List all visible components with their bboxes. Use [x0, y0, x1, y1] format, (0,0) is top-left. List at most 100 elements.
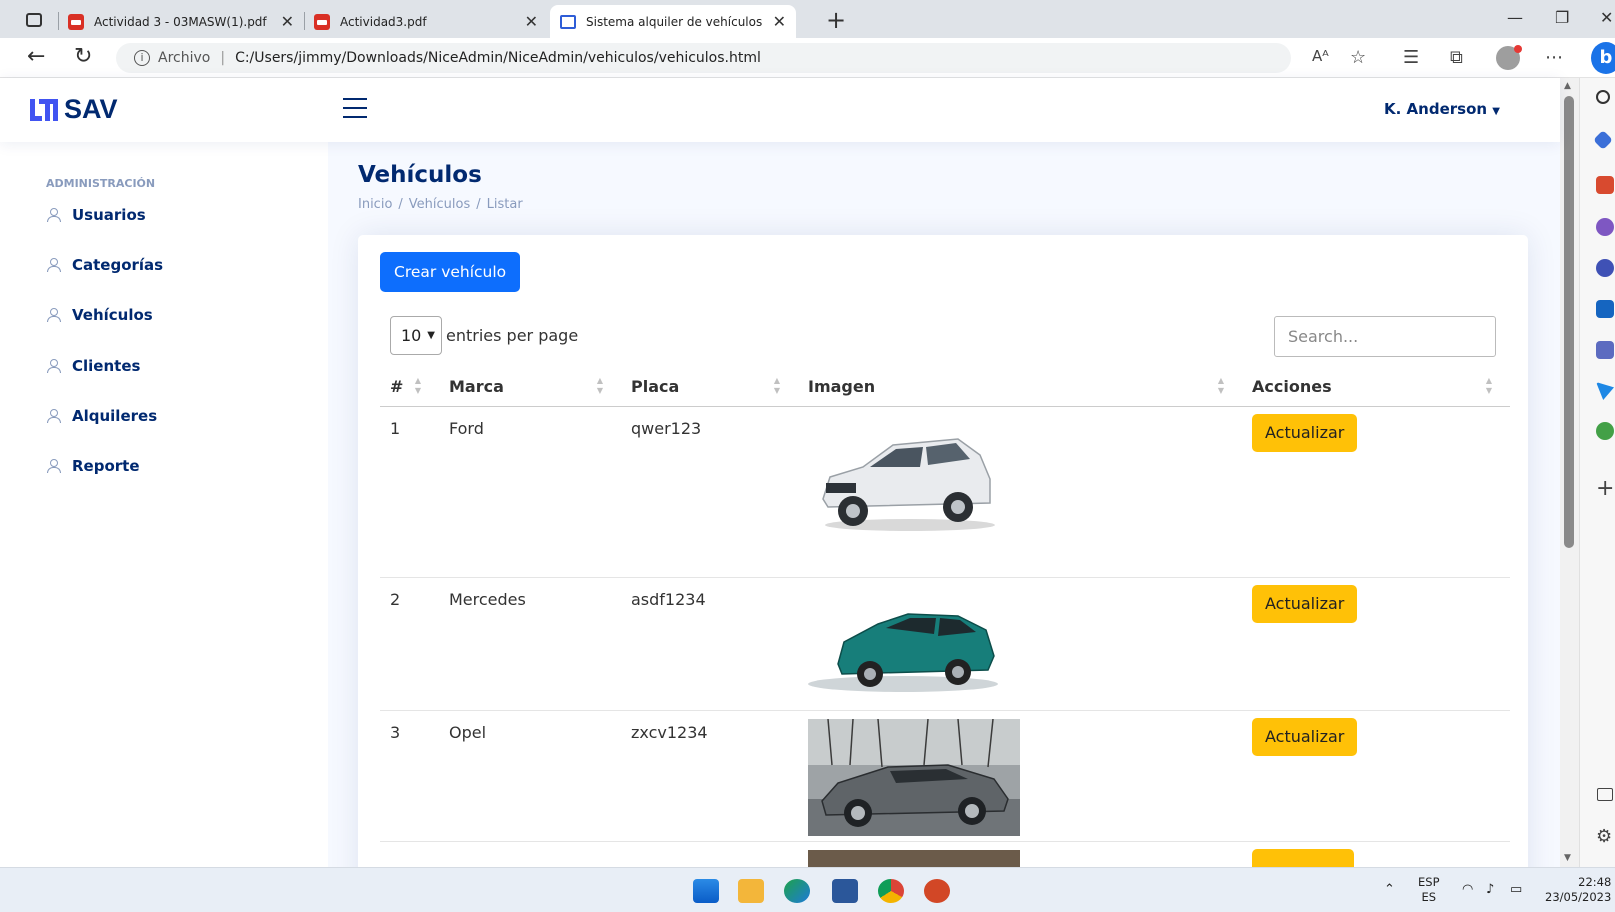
back-icon[interactable]: ←: [27, 44, 45, 69]
cell-marca: Ford: [439, 406, 621, 578]
sidebar-item-alquileres[interactable]: Alquileres: [46, 407, 157, 425]
chevron-up-icon[interactable]: ⌃: [1384, 882, 1395, 897]
restore-icon[interactable]: ❐: [1555, 8, 1569, 27]
tab-title: Sistema alquiler de vehículos: [586, 14, 763, 29]
tree-icon[interactable]: [1596, 422, 1614, 440]
edge-browser-icon[interactable]: [784, 879, 810, 903]
browser-tab-bar: Actividad 3 - 03MASW(1).pdf ✕ Actividad3…: [0, 0, 1615, 38]
site-header: SAV K. Anderson ▼: [0, 78, 1560, 142]
column-header-placa[interactable]: Placa ▲ ▼: [621, 367, 798, 407]
update-button[interactable]: [1252, 848, 1354, 867]
start-icon[interactable]: [693, 879, 719, 903]
menu-toggle-icon[interactable]: [343, 98, 367, 118]
person-icon: [46, 258, 61, 272]
tab-actions-icon[interactable]: [26, 13, 42, 27]
cell-placa: [621, 841, 798, 867]
sidebar-item-categorias[interactable]: Categorías: [46, 256, 163, 274]
language-indicator[interactable]: ESP ES: [1418, 875, 1440, 905]
scheme-label: Archivo: [158, 50, 211, 66]
add-app-icon[interactable]: +: [1596, 476, 1614, 501]
sidebar-panel-icon[interactable]: [1597, 788, 1613, 801]
window-close-icon[interactable]: ✕: [1600, 8, 1613, 27]
cell-marca: Opel: [439, 710, 621, 842]
favorites-icon[interactable]: ☰: [1403, 47, 1419, 68]
favorite-add-icon[interactable]: ☆: [1350, 47, 1366, 68]
sidebar-item-reporte[interactable]: Reporte: [46, 457, 140, 475]
powerpoint-icon[interactable]: [924, 879, 950, 903]
update-button[interactable]: Actualizar: [1252, 413, 1358, 452]
sidebar-item-vehiculos[interactable]: Vehículos: [46, 306, 153, 324]
cell-marca: Mercedes: [439, 577, 621, 711]
page-scrollbar[interactable]: ▲ ▼: [1560, 78, 1579, 867]
tab-actividad3[interactable]: Actividad3.pdf ✕: [304, 5, 548, 38]
sidebar-item-usuarios[interactable]: Usuarios: [46, 206, 146, 224]
new-tab-icon[interactable]: +: [826, 6, 846, 34]
divider: |: [220, 50, 226, 66]
sidebar-item-clientes[interactable]: Clientes: [46, 357, 140, 375]
gear-icon[interactable]: ⚙: [1596, 826, 1612, 847]
sidebar: ADMINISTRACIÓN Usuarios Categorías Vehíc…: [0, 142, 328, 867]
column-header-marca[interactable]: Marca ▲ ▼: [439, 367, 621, 407]
person-icon: [46, 359, 61, 373]
tools-icon[interactable]: [1596, 176, 1614, 194]
column-header-number[interactable]: # ▲ ▼: [380, 367, 439, 407]
breadcrumb-inicio[interactable]: Inicio: [358, 197, 392, 212]
cell-number: 3: [380, 710, 439, 842]
logo[interactable]: SAV: [30, 94, 118, 125]
minimize-icon[interactable]: —: [1507, 8, 1523, 27]
user-menu[interactable]: K. Anderson ▼: [1384, 100, 1500, 118]
send-icon[interactable]: [1596, 382, 1614, 400]
column-header-acciones[interactable]: Acciones ▲ ▼: [1242, 367, 1510, 407]
scroll-down-icon[interactable]: ▼: [1564, 853, 1571, 863]
file-explorer-icon[interactable]: [738, 879, 764, 903]
bing-chat-icon[interactable]: b: [1591, 42, 1615, 74]
user-name: K. Anderson: [1384, 100, 1488, 118]
sort-icon: ▲ ▼: [773, 376, 780, 395]
pdf-icon: [314, 13, 330, 30]
tab-actividad3-03masw[interactable]: Actividad 3 - 03MASW(1).pdf ✕: [58, 5, 304, 38]
more-options-icon[interactable]: ⋯: [1545, 47, 1563, 68]
close-icon[interactable]: ✕: [525, 12, 538, 31]
car-image-teal-suv: [808, 612, 998, 692]
close-icon[interactable]: ✕: [773, 12, 786, 31]
car-image-partial: [808, 849, 1020, 867]
search-input[interactable]: [1274, 316, 1496, 357]
reload-icon[interactable]: ↻: [74, 44, 92, 69]
scrollbar-thumb[interactable]: [1564, 96, 1574, 548]
info-icon[interactable]: i: [134, 50, 150, 66]
tab-sistema-alquiler[interactable]: Sistema alquiler de vehículos ✕: [550, 5, 796, 38]
chrome-icon[interactable]: [878, 879, 904, 903]
url-field[interactable]: i Archivo | C:/Users/jimmy/Downloads/Nic…: [116, 43, 1291, 73]
create-vehicle-button[interactable]: Crear vehículo: [380, 252, 521, 292]
update-button[interactable]: Actualizar: [1252, 584, 1358, 623]
update-button[interactable]: Actualizar: [1252, 717, 1358, 756]
wifi-icon[interactable]: ◠: [1462, 882, 1473, 897]
shopping-icon[interactable]: [1593, 130, 1613, 150]
person-icon: [46, 208, 61, 222]
volume-icon[interactable]: ♪: [1486, 882, 1494, 897]
profile-avatar-icon[interactable]: [1496, 45, 1522, 70]
vehicles-table: # ▲ ▼ Marca ▲ ▼ Placa ▲ ▼ Imagen ▲ ▼ Acciones ▲ ▼ …: [380, 367, 1510, 867]
read-aloud-icon[interactable]: Aᴬ: [1312, 47, 1329, 65]
sidebar-item-label: Vehículos: [72, 306, 153, 324]
pdf-icon: [68, 13, 84, 30]
games-icon[interactable]: [1596, 218, 1614, 236]
column-header-imagen[interactable]: Imagen ▲ ▼: [798, 367, 1242, 407]
entries-per-page-select[interactable]: 10 ▼: [390, 316, 442, 355]
cell-placa: zxcv1234: [621, 710, 798, 842]
search-icon[interactable]: [1596, 90, 1610, 104]
battery-icon[interactable]: ▭: [1510, 882, 1522, 897]
tab-title: Actividad 3 - 03MASW(1).pdf: [94, 14, 267, 29]
scroll-up-icon[interactable]: ▲: [1564, 81, 1571, 91]
microsoft365-icon[interactable]: [1596, 259, 1614, 277]
breadcrumb-vehiculos[interactable]: Vehículos: [409, 197, 470, 212]
designer-icon[interactable]: [1596, 341, 1614, 359]
edge-sidebar: + ⚙: [1579, 78, 1615, 867]
outlook-icon[interactable]: [1596, 300, 1614, 318]
word-icon[interactable]: [832, 879, 858, 903]
close-icon[interactable]: ✕: [281, 12, 294, 31]
person-icon: [46, 459, 61, 473]
page-title: Vehículos: [358, 162, 482, 188]
collections-icon[interactable]: ⧉: [1450, 47, 1463, 68]
clock[interactable]: 22:48 23/05/2023: [1545, 875, 1611, 905]
